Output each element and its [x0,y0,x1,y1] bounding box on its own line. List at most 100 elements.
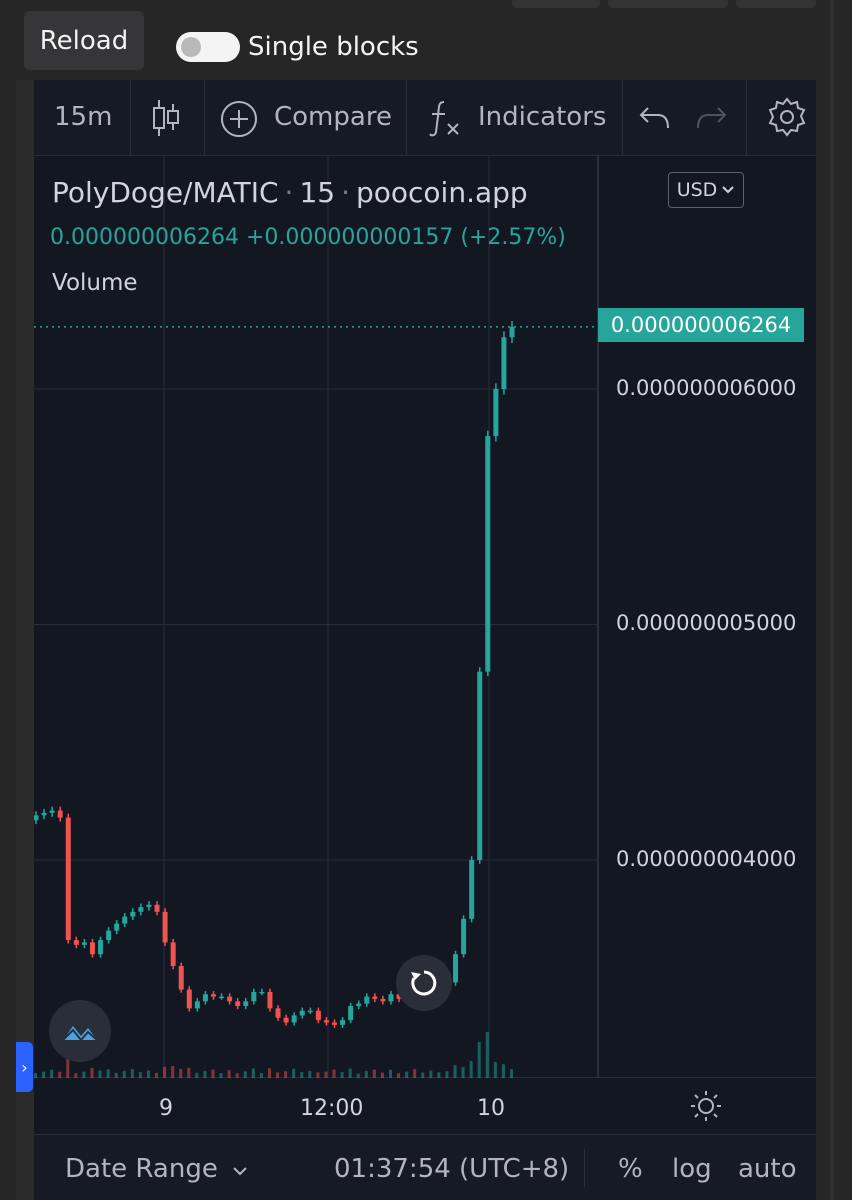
candle-body [299,1010,305,1016]
volume-bar [195,1072,199,1078]
volume-bar [243,1071,247,1078]
candle-body [509,326,515,338]
volume-bar [276,1072,280,1078]
volume-bar [235,1073,239,1078]
candle-body [364,996,370,1004]
browser-topbar: Reload Single blocks [0,0,852,80]
volume-bar [90,1068,94,1078]
volume-bar [510,1069,513,1078]
candle-body [202,994,208,1002]
undo-icon[interactable] [638,104,672,132]
legend-source: poocoin.app [356,176,528,209]
candle-body [332,1022,338,1025]
brightness-icon[interactable] [690,1090,722,1122]
volume-bar [405,1071,409,1078]
date-range-button[interactable]: Date Range [65,1154,248,1184]
redo-icon[interactable] [694,104,728,132]
toolbar-divider [130,80,131,156]
volume-bar [211,1069,215,1078]
candle-body [186,989,192,1009]
candle-body [65,817,71,941]
chevron-down-icon [233,1167,247,1176]
top-tab[interactable] [512,0,600,8]
candle-body [227,996,233,1002]
candles-icon[interactable] [150,98,182,142]
legend-change-percent: (+2.57%) [460,225,566,250]
volume-bar [58,1071,62,1078]
candle-body [388,994,394,1002]
compare-label: Compare [274,102,392,132]
candle-body [259,991,265,994]
top-tab[interactable] [608,0,728,8]
volume-bar [98,1070,102,1078]
volume-bar [171,1066,175,1078]
currency-dropdown[interactable]: USD [668,172,744,208]
volume-bar [300,1072,304,1078]
volume-bar [259,1073,263,1078]
volume-bar [292,1068,296,1078]
candle-body [178,965,184,990]
volume-bar [227,1070,231,1078]
tradingview-logo-button[interactable] [49,1000,111,1062]
legend-volume-label[interactable]: Volume [52,270,138,296]
left-gutter [16,80,34,1200]
interval-button[interactable]: 15m [54,102,112,132]
clock-display[interactable]: 01:37:54 (UTC+8) [334,1154,569,1184]
volume-bar [413,1069,417,1078]
candle-body [291,1015,297,1023]
candle-body [267,991,273,1009]
reset-chart-button[interactable] [396,955,452,1011]
reload-button[interactable]: Reload [24,11,144,70]
volume-bar [324,1071,328,1078]
auto-scale-button[interactable]: auto [738,1154,797,1184]
volume-bar [429,1070,433,1078]
percent-scale-button[interactable]: % [618,1154,643,1184]
price-axis-label: 0.000000006000 [616,376,797,400]
volume-bar [461,1067,465,1078]
candle-body [348,1006,354,1021]
bottom-toolbar: Date Range 01:37:54 (UTC+8) % log auto [34,1134,816,1200]
legend-symbol[interactable]: PolyDoge/MATIC [52,176,279,209]
legend-change: +0.000000000157 [245,225,454,250]
currency-label: USD [676,179,718,201]
candle-body [251,991,257,1002]
candle-body [243,1001,249,1007]
indicators-label: Indicators [478,102,607,132]
volume-bar [122,1070,126,1078]
toggle-knob [181,37,201,57]
candle-body [275,1008,281,1018]
candle-body [170,942,176,966]
volume-bar [380,1072,384,1078]
volume-bar [42,1071,46,1078]
bottom-divider [584,1149,585,1187]
log-scale-button[interactable]: log [672,1154,712,1184]
candle-body [493,389,499,437]
candle-body [98,940,104,955]
candle-body [34,815,39,821]
legend-values: 0.000000006264 +0.000000000157 (+2.57%) [50,225,566,250]
volume-bar [82,1071,86,1078]
candle-body [323,1020,329,1023]
toolbar-divider [622,80,623,156]
candle-body [194,1001,200,1009]
sidebar-expand-handle[interactable]: › [16,1042,33,1092]
candle-body [485,436,491,672]
settings-gear-icon[interactable] [766,96,808,138]
candle-body [340,1020,346,1025]
volume-bar [34,1073,37,1078]
candle-body [81,942,87,945]
volume-bar [308,1071,312,1078]
toolbar-divider [746,80,747,156]
volume-bar [187,1067,191,1078]
add-circle-icon [221,101,257,137]
legend-title: PolyDoge/MATIC · 15 · poocoin.app [52,176,528,209]
single-blocks-toggle[interactable] [176,32,240,62]
last-price-label: 0.000000006264 [598,308,804,342]
top-tab[interactable] [736,0,816,8]
volume-bar [340,1072,344,1078]
candle-body [380,998,386,1002]
candle-body [477,671,483,860]
volume-bar [163,1066,167,1078]
candle-body [41,812,47,816]
page-scrollbar[interactable] [830,0,834,1200]
